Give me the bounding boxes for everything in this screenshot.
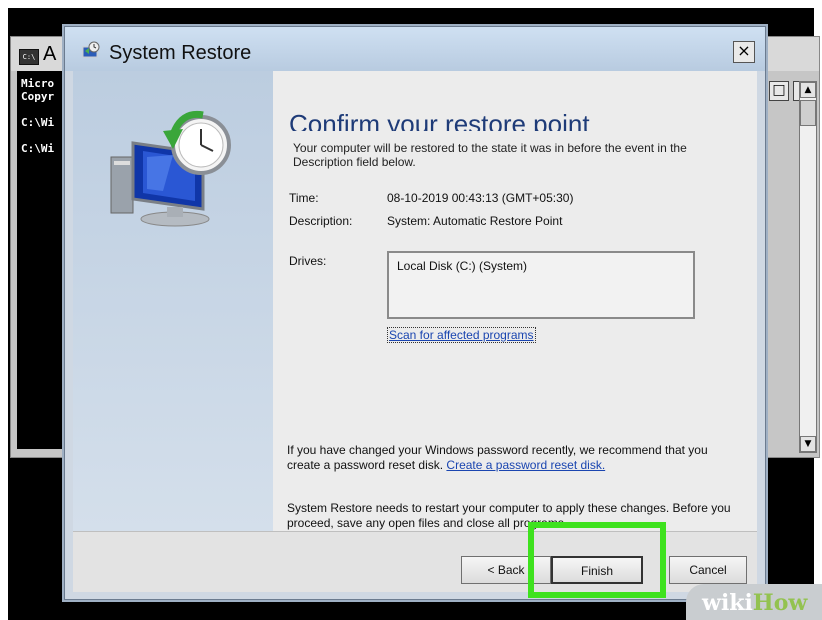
page-heading: Confirm your restore point <box>289 113 590 131</box>
description-label: Description: <box>289 214 353 228</box>
console-icon: C:\ <box>19 49 39 65</box>
create-password-reset-disk-link[interactable]: Create a password reset disk. <box>446 458 605 472</box>
wikihow-watermark: wikiHow <box>686 584 822 620</box>
password-note: If you have changed your Windows passwor… <box>287 443 737 473</box>
dialog-title: System Restore <box>109 42 252 64</box>
time-value: 08-10-2019 00:43:13 (GMT+05:30) <box>387 191 574 205</box>
maximize-icon[interactable]: □ <box>769 81 789 101</box>
scan-affected-programs-link[interactable]: Scan for affected programs <box>387 327 536 343</box>
system-restore-icon <box>82 41 100 58</box>
scroll-thumb[interactable] <box>800 100 816 126</box>
time-label: Time: <box>289 191 319 205</box>
drives-list[interactable]: Local Disk (C:) (System) <box>387 251 695 319</box>
watermark-how: How <box>752 590 808 616</box>
finish-highlight-box <box>528 522 666 598</box>
scroll-up-icon[interactable]: ▲ <box>800 82 816 98</box>
dialog-content: Confirm your restore point Your computer… <box>273 71 757 531</box>
description-value: System: Automatic Restore Point <box>387 214 563 228</box>
dialog-titlebar: System Restore × <box>65 27 765 71</box>
drives-label: Drives: <box>289 254 327 268</box>
close-icon[interactable]: × <box>733 41 755 63</box>
cancel-button[interactable]: Cancel <box>669 556 747 584</box>
system-restore-dialog: System Restore × Confirm your restore po… <box>64 26 766 600</box>
console-title: A <box>43 43 57 65</box>
watermark-wiki: wiki <box>702 590 753 616</box>
console-scrollbar[interactable]: ▲ ▼ <box>799 81 817 453</box>
scroll-down-icon[interactable]: ▼ <box>800 436 816 452</box>
computer-clock-icon <box>110 110 231 227</box>
restart-note: System Restore needs to restart your com… <box>287 501 731 530</box>
intro-text: Your computer will be restored to the st… <box>293 141 687 169</box>
dialog-side-panel <box>73 71 273 531</box>
drive-item[interactable]: Local Disk (C:) (System) <box>397 259 527 273</box>
